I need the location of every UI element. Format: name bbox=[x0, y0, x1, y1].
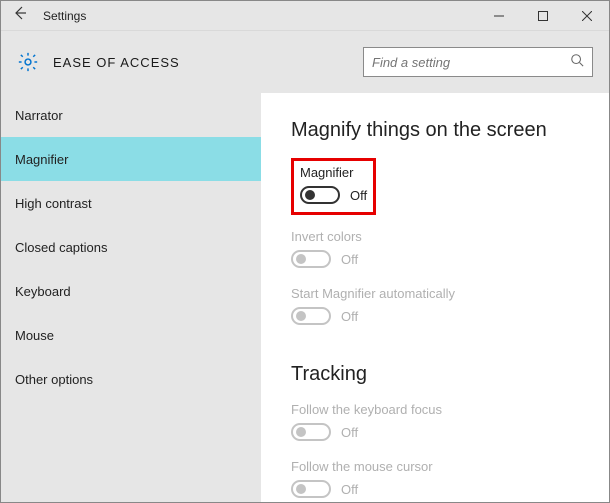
sidebar: Narrator Magnifier High contrast Closed … bbox=[1, 93, 261, 502]
gear-icon bbox=[17, 51, 39, 73]
header: EASE OF ACCESS bbox=[1, 31, 609, 93]
search-icon bbox=[570, 53, 584, 72]
sidebar-item-high-contrast[interactable]: High contrast bbox=[1, 181, 261, 225]
setting-start-auto: Start Magnifier automatically Off bbox=[291, 286, 583, 325]
content: Magnify things on the screen Magnifier O… bbox=[261, 93, 609, 502]
setting-follow-mouse: Follow the mouse cursor Off bbox=[291, 459, 583, 498]
toggle-magnifier[interactable] bbox=[300, 186, 340, 204]
setting-invert-colors: Invert colors Off bbox=[291, 229, 583, 268]
sidebar-item-label: High contrast bbox=[15, 196, 92, 211]
sidebar-item-magnifier[interactable]: Magnifier bbox=[1, 137, 261, 181]
sidebar-item-closed-captions[interactable]: Closed captions bbox=[1, 225, 261, 269]
sidebar-item-label: Closed captions bbox=[15, 240, 108, 255]
search-box[interactable] bbox=[363, 47, 593, 77]
page-title: EASE OF ACCESS bbox=[53, 55, 180, 70]
section-title-tracking: Tracking bbox=[291, 363, 583, 386]
sidebar-item-label: Other options bbox=[15, 372, 93, 387]
sidebar-item-label: Mouse bbox=[15, 328, 54, 343]
sidebar-item-other-options[interactable]: Other options bbox=[1, 357, 261, 401]
setting-follow-keyboard: Follow the keyboard focus Off bbox=[291, 402, 583, 441]
setting-label: Invert colors bbox=[291, 229, 583, 244]
sidebar-item-label: Magnifier bbox=[15, 152, 68, 167]
toggle-state: Off bbox=[341, 425, 358, 440]
sidebar-item-narrator[interactable]: Narrator bbox=[1, 93, 261, 137]
toggle-state: Off bbox=[341, 482, 358, 497]
setting-label: Magnifier bbox=[300, 165, 367, 180]
sidebar-item-label: Keyboard bbox=[15, 284, 71, 299]
toggle-invert-colors bbox=[291, 250, 331, 268]
toggle-state: Off bbox=[350, 188, 367, 203]
highlight-box: Magnifier Off bbox=[291, 158, 376, 215]
setting-label: Follow the mouse cursor bbox=[291, 459, 583, 474]
search-input[interactable] bbox=[372, 55, 570, 70]
sidebar-item-keyboard[interactable]: Keyboard bbox=[1, 269, 261, 313]
maximize-button[interactable] bbox=[521, 1, 565, 31]
sidebar-item-mouse[interactable]: Mouse bbox=[1, 313, 261, 357]
toggle-start-auto bbox=[291, 307, 331, 325]
window-title: Settings bbox=[39, 9, 86, 23]
toggle-state: Off bbox=[341, 309, 358, 324]
setting-label: Follow the keyboard focus bbox=[291, 402, 583, 417]
section-title-magnify: Magnify things on the screen bbox=[291, 119, 583, 142]
sidebar-item-label: Narrator bbox=[15, 108, 63, 123]
back-button[interactable] bbox=[1, 5, 39, 26]
minimize-button[interactable] bbox=[477, 1, 521, 31]
titlebar: Settings bbox=[1, 1, 609, 31]
toggle-follow-keyboard bbox=[291, 423, 331, 441]
setting-label: Start Magnifier automatically bbox=[291, 286, 583, 301]
close-button[interactable] bbox=[565, 1, 609, 31]
setting-magnifier: Magnifier Off bbox=[300, 165, 367, 204]
toggle-state: Off bbox=[341, 252, 358, 267]
toggle-follow-mouse bbox=[291, 480, 331, 498]
